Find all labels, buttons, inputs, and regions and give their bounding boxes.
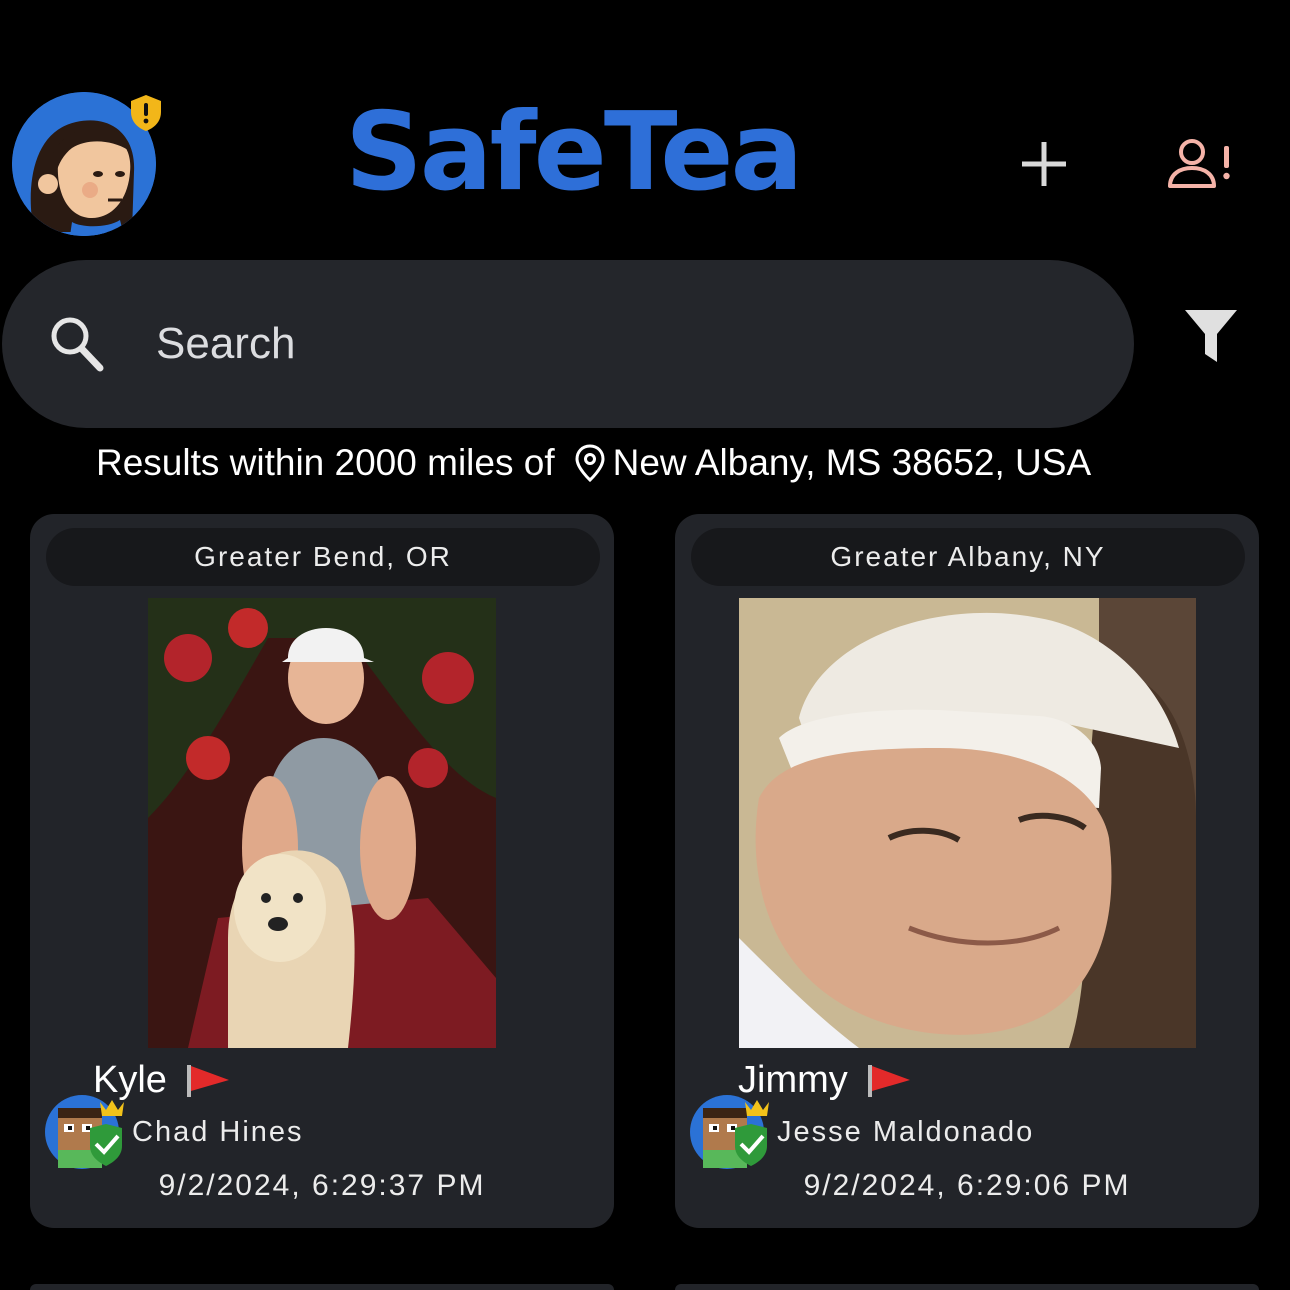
post-author[interactable]: Chad Hines <box>44 1094 304 1170</box>
filter-button[interactable] <box>1182 306 1240 366</box>
results-prefix: Results within 2000 miles of <box>96 442 555 483</box>
next-post-card[interactable] <box>30 1284 614 1290</box>
results-location[interactable]: New Albany, MS 38652, USA <box>613 442 1092 484</box>
location-pin-icon <box>575 444 605 483</box>
post-photo[interactable] <box>148 598 496 1048</box>
post-author[interactable]: Jesse Maldonado <box>689 1094 1034 1170</box>
add-post-button[interactable] <box>1016 136 1072 192</box>
next-post-card[interactable] <box>675 1284 1259 1290</box>
post-card[interactable]: Greater Bend, OR Kyle Chad Hines 9/2/202… <box>30 514 614 1228</box>
post-location: Greater Bend, OR <box>46 528 600 586</box>
search-input[interactable] <box>156 312 1056 376</box>
author-name: Chad Hines <box>132 1115 304 1148</box>
author-avatar <box>689 1094 771 1170</box>
app-logo: SafeTea <box>345 90 803 215</box>
post-location: Greater Albany, NY <box>691 528 1245 586</box>
post-timestamp: 9/2/2024, 6:29:37 PM <box>158 1169 486 1202</box>
post-photo[interactable] <box>739 598 1196 1048</box>
app-header: SafeTea <box>0 0 1290 250</box>
search-icon[interactable] <box>48 314 104 372</box>
results-summary: Results within 2000 miles of New Albany,… <box>96 436 1206 490</box>
report-user-button[interactable] <box>1166 136 1236 192</box>
author-avatar <box>44 1094 126 1170</box>
user-alert-icon <box>1168 139 1230 188</box>
plus-icon <box>1022 142 1066 186</box>
filter-icon <box>1185 310 1237 362</box>
red-flag-icon <box>867 1065 910 1097</box>
post-card[interactable]: Greater Albany, NY Jimmy Jesse Maldonado… <box>675 514 1259 1228</box>
post-timestamp: 9/2/2024, 6:29:06 PM <box>803 1169 1131 1202</box>
shield-alert-icon <box>129 94 163 132</box>
author-name: Jesse Maldonado <box>777 1115 1035 1148</box>
red-flag-icon <box>186 1065 229 1097</box>
